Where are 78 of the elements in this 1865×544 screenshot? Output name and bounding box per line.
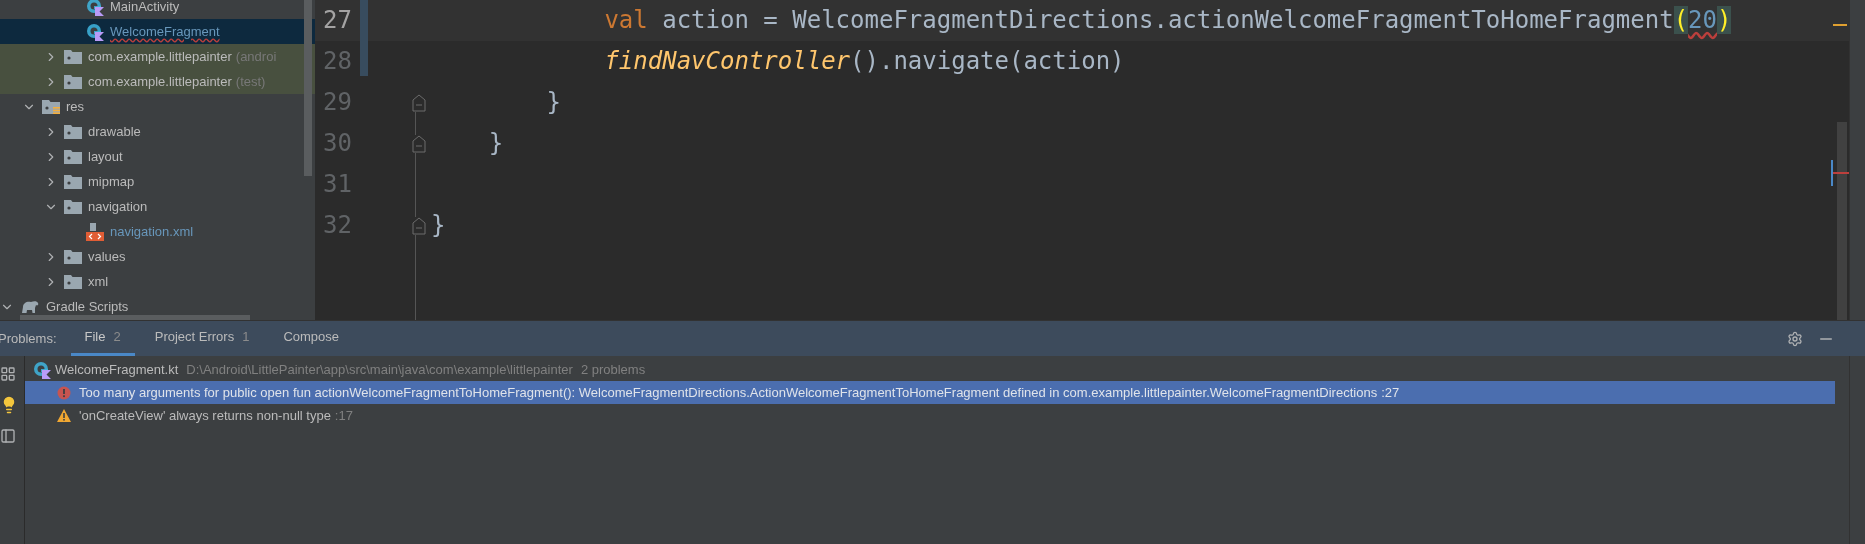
editor-scrollbar[interactable] (1837, 122, 1847, 320)
tree-item[interactable]: drawable (0, 119, 315, 144)
code-line: val action = WelcomeFragmentDirections.actionWelcomeFragmentToHomeFragment(20) (603, 5, 1732, 36)
fold-marker-icon[interactable] (412, 216, 426, 235)
tree-item[interactable]: xml (0, 269, 315, 294)
tree-item-label: layout (88, 147, 123, 166)
tree-item-note: (test) (235, 72, 266, 91)
folder-icon (64, 124, 82, 139)
tree-item-label: MainActivity (110, 0, 180, 16)
tree-item[interactable]: values (0, 244, 315, 269)
line-number: 30 (322, 128, 353, 159)
folder-icon (64, 149, 82, 164)
folder-icon (64, 199, 82, 214)
folder-icon (64, 274, 82, 289)
problem-text: Too many arguments for public open fun actionWelcomeFragmentToHomeFragment(): WelcomeFragmentDirections.ActionWelcomeFragmentToHomeFragment defined in com.example.littlepainter.WelcomeFragmentDirections (79, 383, 1378, 402)
panel-icon[interactable] (0, 428, 16, 444)
code-line: } (487, 128, 504, 159)
xml-file-icon (86, 222, 104, 241)
error-stripe-marker (1833, 172, 1849, 174)
tree-item[interactable]: MainActivity (0, 0, 315, 19)
tree-item[interactable]: navigation (0, 194, 315, 219)
tree-item-label: drawable (88, 122, 141, 141)
warning-stripe-marker (1833, 24, 1847, 26)
problem-row[interactable] (25, 381, 1835, 404)
vertical-scrollbar[interactable] (304, 0, 312, 176)
line-number: 27 (322, 5, 353, 36)
tree-item[interactable]: com.example.littlepainter (test) (0, 69, 315, 94)
tree-item[interactable]: layout (0, 144, 315, 169)
folder-icon (64, 249, 82, 264)
kotlin-class-icon (86, 22, 104, 41)
tree-item-label: mipmap (88, 172, 135, 191)
problem-count: 2 problems (580, 360, 646, 379)
problem-text: 'onCreateView' always returns non-null type (79, 406, 331, 425)
file-path: D:\Android\LittlePainter\app\src\main\java\com\example\littlepainter (186, 360, 573, 379)
caret-marker (1831, 160, 1833, 186)
folder-icon (64, 174, 82, 189)
folder-icon (64, 74, 82, 89)
group-icon[interactable] (0, 366, 16, 382)
folder-icon (42, 99, 60, 114)
tree-item-label: com.example.littlepainter (88, 47, 232, 66)
fold-marker-icon[interactable] (412, 134, 426, 153)
line-number: 28 (322, 46, 353, 77)
tree-item-label: values (88, 247, 126, 266)
error-icon (57, 385, 71, 400)
code-line: } (431, 210, 446, 241)
tree-item[interactable]: Gradle Scripts (0, 294, 315, 319)
panel-tab[interactable]: Project Errors 1 (140, 321, 264, 356)
file-name: WelcomeFragment.kt (55, 360, 179, 379)
folder-icon (64, 49, 82, 64)
fold-marker-icon[interactable] (412, 93, 426, 112)
elephant-icon (20, 299, 40, 314)
tree-item[interactable]: WelcomeFragment (0, 19, 315, 44)
tree-item[interactable]: com.example.littlepainter (androi (0, 44, 315, 69)
settings-icon[interactable] (1787, 330, 1803, 347)
tree-item[interactable]: res (0, 94, 315, 119)
tree-item-label: res (66, 97, 85, 116)
code-line: } (545, 87, 562, 118)
tree-item-label: navigation (88, 197, 148, 216)
line-reference: :17 (334, 406, 353, 425)
tree-item-label: navigation.xml (110, 222, 194, 241)
tree-item[interactable]: navigation.xml (0, 219, 315, 244)
problem-row[interactable]: 'onCreateView' always returns non-null type :17 (25, 404, 1835, 427)
line-number: 32 (322, 210, 353, 241)
tree-item-label: xml (88, 272, 109, 291)
warning-icon (57, 409, 71, 422)
kotlin-class-icon (33, 360, 51, 379)
tree-item-note: (androi (235, 47, 277, 66)
panel-tab[interactable]: File 2 (70, 321, 135, 356)
horizontal-scrollbar[interactable] (20, 315, 250, 320)
line-number: 31 (322, 169, 353, 200)
tree-item-label: Gradle Scripts (46, 297, 129, 316)
line-number: 29 (322, 87, 353, 118)
panel-tab[interactable]: Compose (269, 321, 354, 356)
tree-item-label: com.example.littlepainter (88, 72, 232, 91)
code-line: findNavController().navigate(action) (603, 46, 1125, 77)
tree-item-label: WelcomeFragment (110, 22, 220, 41)
tree-item[interactable]: mipmap (0, 169, 315, 194)
line-reference: :27 (1381, 383, 1400, 402)
